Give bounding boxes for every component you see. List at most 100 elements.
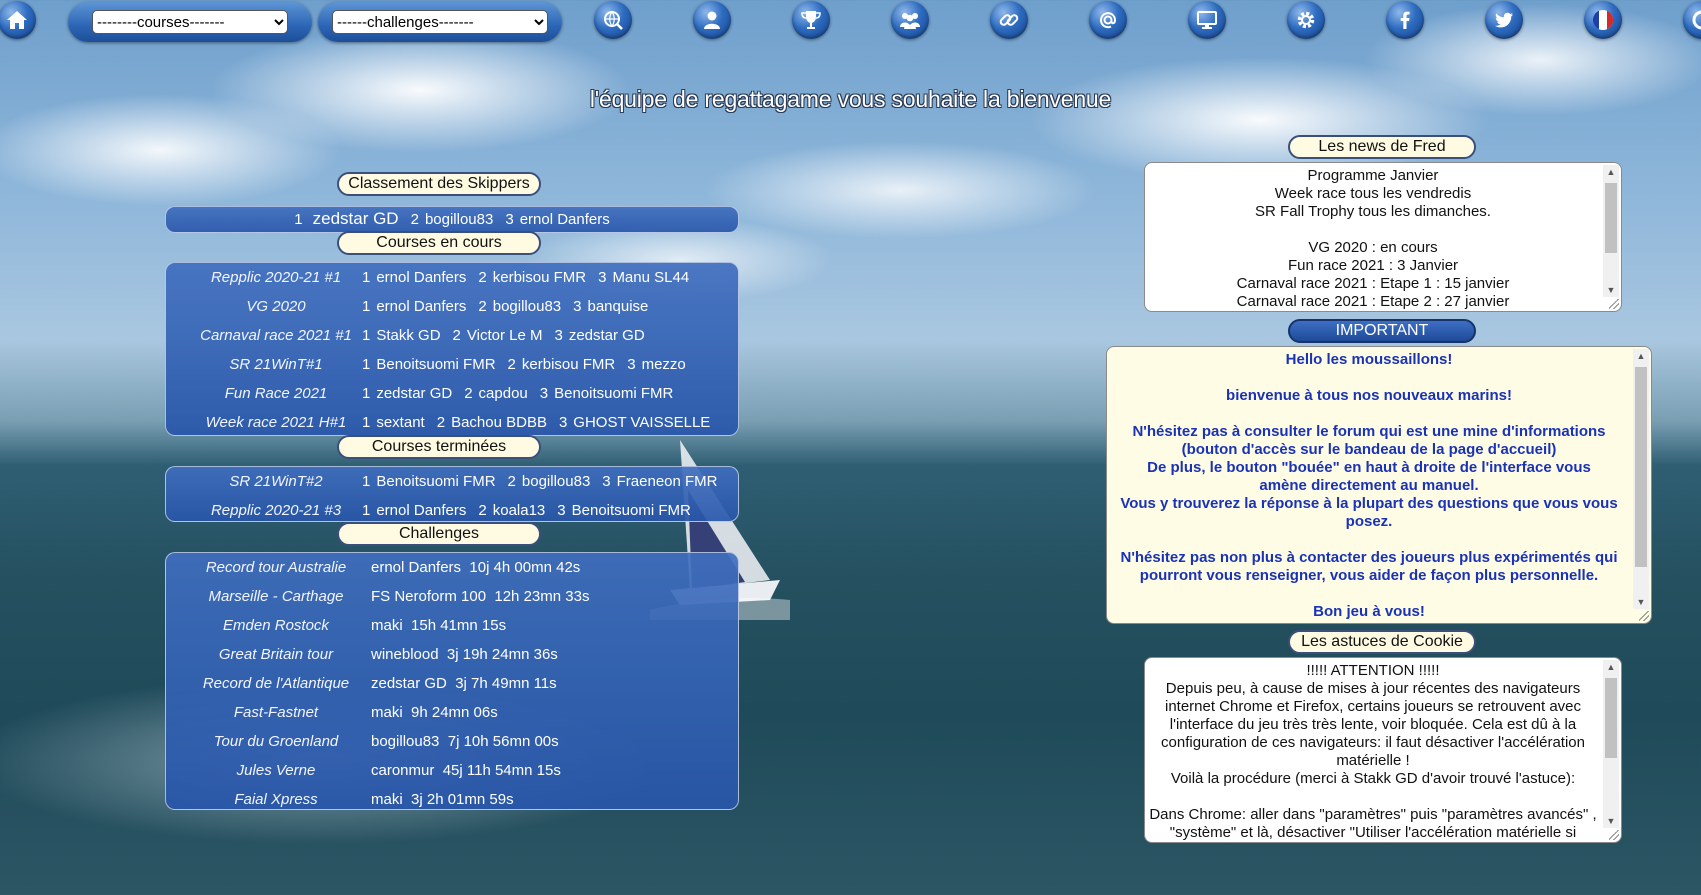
resize-grip-icon[interactable]: [1609, 830, 1619, 840]
race-skipper-link[interactable]: bogillou83: [493, 298, 561, 315]
news-scrollbar[interactable]: ▲ ▼: [1603, 165, 1619, 297]
race-name-link[interactable]: Carnaval race 2021 #1: [166, 321, 386, 350]
race-skipper-link[interactable]: banquise: [587, 298, 648, 315]
skipper-name-link[interactable]: zedstar GD: [313, 209, 399, 228]
news-textarea[interactable]: Programme Janvier Week race tous les vend…: [1144, 162, 1622, 312]
gear-icon: [1297, 11, 1315, 29]
links-button[interactable]: [990, 1, 1028, 39]
race-skipper-link[interactable]: Benoitsuomi FMR: [554, 385, 673, 402]
important-scrollbar[interactable]: ▲ ▼: [1633, 349, 1649, 609]
news-scroll-thumb[interactable]: [1605, 183, 1617, 253]
profile-button[interactable]: [693, 1, 731, 39]
race-rank: 1: [362, 327, 371, 344]
race-skipper-link[interactable]: Benoitsuomi FMR: [572, 502, 691, 519]
news-line: Carnaval race 2021 : Etape 2 : 27 janvie…: [1236, 293, 1510, 310]
race-skipper-link[interactable]: Manu SL44: [612, 269, 689, 286]
race-rank: 2: [478, 298, 487, 315]
race-skipper-link[interactable]: Bachou BDBB: [451, 414, 547, 431]
race-name-link[interactable]: SR 21WinT#1: [166, 350, 386, 379]
resize-grip-icon[interactable]: [1639, 611, 1649, 621]
race-rank: 2: [507, 473, 516, 490]
race-skipper-link[interactable]: Benoitsuomi FMR: [376, 356, 495, 373]
race-row: Fun Race 2021 1 zedstar GD 2 capdou 3 Benoitsu…: [166, 379, 738, 408]
settings-button[interactable]: [1287, 1, 1325, 39]
race-skipper-link[interactable]: kerbisou FMR: [493, 269, 586, 286]
race-skipper-link[interactable]: zedstar GD: [376, 385, 452, 402]
challenge-name-link[interactable]: Record de l'Atlantique: [166, 669, 386, 698]
race-name-link[interactable]: Repplic 2020-21 #1: [166, 263, 386, 292]
challenge-result: bogillou83 7j 10h 56mn 00s: [371, 733, 559, 750]
race-row: Carnaval race 2021 #1 1 Stakk GD 2 Victor Le…: [166, 321, 738, 350]
race-rank: 1: [362, 473, 371, 490]
facebook-button[interactable]: [1386, 1, 1424, 39]
challenge-row: Record tour Australie ernol Danfers 10j 4…: [166, 553, 738, 582]
race-name-link[interactable]: Fun Race 2021: [166, 379, 386, 408]
challenge-name-link[interactable]: Jules Verne: [166, 756, 386, 785]
race-rank: 1: [362, 356, 371, 373]
important-line: [1107, 531, 1631, 549]
important-scroll-thumb[interactable]: [1635, 367, 1647, 567]
race-name-link[interactable]: SR 21WinT#2: [166, 467, 386, 496]
race-rank: 1: [362, 269, 371, 286]
race-results: 1 zedstar GD 2 capdou 3 Benoitsuomi FMR: [362, 379, 673, 408]
skipper-name-link[interactable]: bogillou83: [425, 211, 493, 228]
trophy-button[interactable]: [792, 1, 830, 39]
race-skipper-link[interactable]: ernol Danfers: [376, 298, 466, 315]
race-skipper-link[interactable]: Victor Le M: [467, 327, 543, 344]
challenge-name-link[interactable]: Record tour Australie: [166, 553, 386, 582]
resize-grip-icon[interactable]: [1609, 299, 1619, 309]
challenge-name-link[interactable]: Faial Xpress: [166, 785, 386, 814]
scroll-down-icon[interactable]: ▼: [1633, 595, 1649, 609]
help-buoy-button[interactable]: [1683, 1, 1701, 39]
important-line: [1107, 405, 1631, 423]
race-name-link[interactable]: Week race 2021 H#1: [166, 408, 386, 437]
scroll-up-icon[interactable]: ▲: [1603, 165, 1619, 179]
team-button[interactable]: [891, 1, 929, 39]
monitor-icon: [1197, 11, 1217, 29]
scroll-up-icon[interactable]: ▲: [1603, 660, 1619, 674]
race-skipper-link[interactable]: koala13: [493, 502, 546, 519]
astuces-textarea[interactable]: !!!!! ATTENTION !!!!! Depuis peu, à cause…: [1144, 657, 1622, 843]
skipper-name-link[interactable]: ernol Danfers: [520, 211, 610, 228]
race-skipper-link[interactable]: bogillou83: [522, 473, 590, 490]
race-skipper-link[interactable]: sextant: [376, 414, 424, 431]
challenge-result: wineblood 3j 19h 24mn 36s: [371, 646, 558, 663]
important-textarea[interactable]: Hello les moussaillons! bienvenue à tous …: [1106, 346, 1652, 624]
home-button[interactable]: [0, 1, 36, 39]
twitter-button[interactable]: [1485, 1, 1523, 39]
scroll-down-icon[interactable]: ▼: [1603, 814, 1619, 828]
race-rank: 2: [436, 414, 446, 431]
challenge-name-link[interactable]: Great Britain tour: [166, 640, 386, 669]
challenges-select[interactable]: ------challenges-------: [332, 10, 548, 34]
race-skipper-link[interactable]: mezzo: [642, 356, 686, 373]
courses-select[interactable]: --------courses-------: [92, 10, 288, 34]
scroll-up-icon[interactable]: ▲: [1633, 349, 1649, 363]
race-results: 1 sextant 2 Bachou BDBB 3 GHOST VAISSELLE: [362, 408, 710, 437]
race-skipper-link[interactable]: ernol Danfers: [376, 502, 466, 519]
race-skipper-link[interactable]: Stakk GD: [376, 327, 440, 344]
race-name-link[interactable]: VG 2020: [166, 292, 386, 321]
language-button[interactable]: [1584, 1, 1622, 39]
astuces-line: l'interface du jeu très très lente, voir…: [1169, 716, 1577, 733]
race-skipper-link[interactable]: Fraeneon FMR: [617, 473, 718, 490]
search-button[interactable]: [594, 1, 632, 39]
race-skipper-link[interactable]: GHOST VAISSELLE: [573, 414, 710, 431]
race-skipper-link[interactable]: capdou: [479, 385, 528, 402]
skippers-ranking-line: 1 zedstar GD 2 bogillou83 3 ernol Danfers: [166, 207, 738, 232]
display-button[interactable]: [1188, 1, 1226, 39]
scroll-down-icon[interactable]: ▼: [1603, 283, 1619, 297]
race-skipper-link[interactable]: Benoitsuomi FMR: [376, 473, 495, 490]
challenge-name-link[interactable]: Fast-Fastnet: [166, 698, 386, 727]
race-results: 1 Benoitsuomi FMR 2 bogillou83 3 Fraeneon FMR: [362, 467, 718, 496]
challenge-name-link[interactable]: Tour du Groenland: [166, 727, 386, 756]
contact-button[interactable]: [1089, 1, 1127, 39]
race-skipper-link[interactable]: zedstar GD: [569, 327, 645, 344]
challenge-name-link[interactable]: Emden Rostock: [166, 611, 386, 640]
astuces-scroll-thumb[interactable]: [1605, 678, 1617, 758]
race-skipper-link[interactable]: kerbisou FMR: [522, 356, 615, 373]
race-skipper-link[interactable]: ernol Danfers: [376, 269, 466, 286]
challenge-row: Marseille - Carthage FS Neroform 100 12h …: [166, 582, 738, 611]
astuces-scrollbar[interactable]: ▲ ▼: [1603, 660, 1619, 828]
challenge-name-link[interactable]: Marseille - Carthage: [166, 582, 386, 611]
race-name-link[interactable]: Repplic 2020-21 #3: [166, 496, 386, 525]
